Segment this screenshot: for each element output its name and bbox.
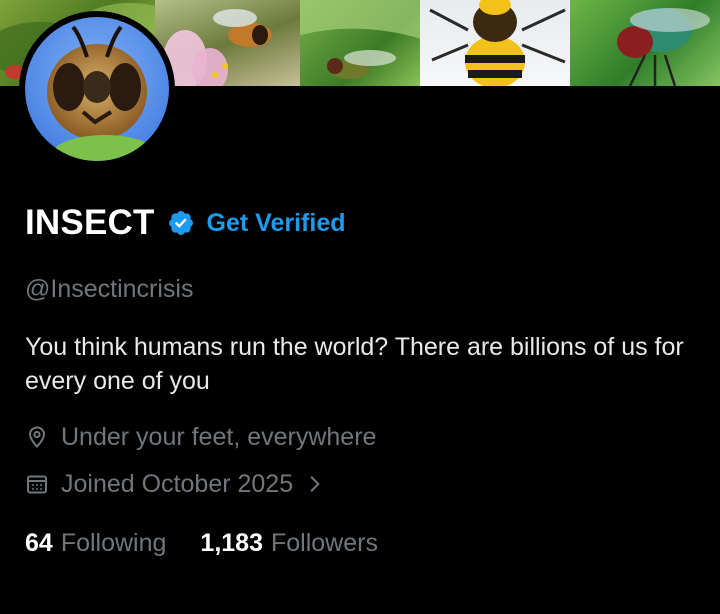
followers-count: 1,183 [200,528,263,557]
banner-tile-wasp [420,0,575,86]
profile-avatar[interactable] [19,11,175,167]
display-name: INSECT [25,203,155,242]
followers-link[interactable]: 1,183 Followers [200,529,378,558]
joined-text: Joined October 2025 [61,469,294,498]
location-pin-icon [28,426,46,448]
following-count: 64 [25,528,53,557]
following-label: Following [60,528,167,557]
chevron-right-icon[interactable] [305,474,325,494]
following-link[interactable]: 64 Following [25,529,166,558]
banner-tile-green-fly [570,0,720,86]
calendar-icon [27,475,47,494]
followers-label: Followers [270,528,378,557]
profile-handle: @Insectincrisis [25,275,194,303]
profile-bio: You think humans run the world? There ar… [25,333,684,395]
location-text: Under your feet, everywhere [61,422,377,451]
bee-face-image [25,17,169,161]
banner-tile-fly-leaf [300,0,425,86]
banner-tile-bee-flower [155,0,305,86]
profile-stats: 64 Following 1,183 Followers [25,526,378,560]
profile-location: Under your feet, everywhere [25,422,376,452]
profile-joined[interactable]: Joined October 2025 [25,469,337,499]
profile-name-row: INSECT Get Verified [25,200,346,246]
verified-badge-icon[interactable] [167,209,195,237]
get-verified-link[interactable]: Get Verified [207,209,346,238]
